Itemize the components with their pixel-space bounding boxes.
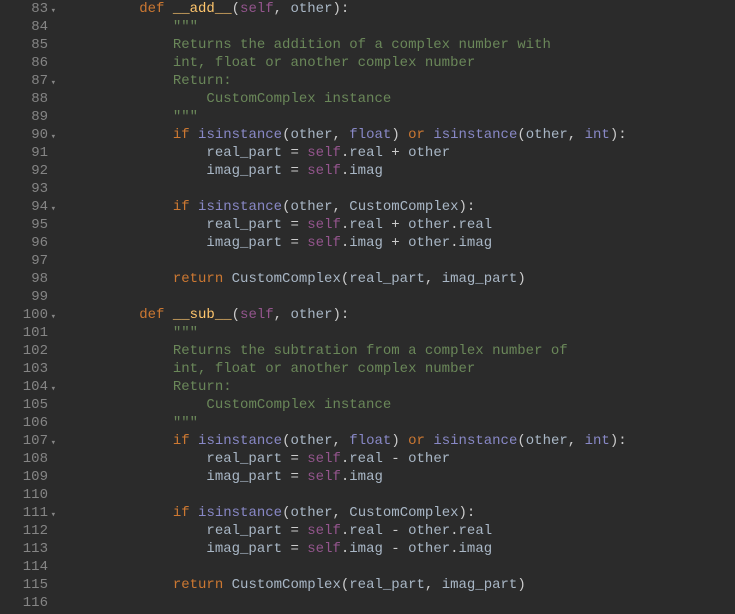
fold-marker-icon[interactable]: ▾: [51, 380, 56, 398]
code-line[interactable]: if isinstance(other, float) or isinstanc…: [72, 126, 627, 144]
line-number: 93: [6, 180, 48, 198]
code-line[interactable]: def __sub__(self, other):: [72, 306, 627, 324]
code-line[interactable]: [72, 594, 627, 612]
code-line[interactable]: imag_part = self.imag - other.imag: [72, 540, 627, 558]
line-number: 114: [6, 558, 48, 576]
code-line[interactable]: int, float or another complex number: [72, 360, 627, 378]
code-line[interactable]: [72, 180, 627, 198]
line-number: 103: [6, 360, 48, 378]
line-number: 102: [6, 342, 48, 360]
line-number: 104▾: [6, 378, 48, 396]
line-number: 107▾: [6, 432, 48, 450]
code-line[interactable]: real_part = self.real + other: [72, 144, 627, 162]
line-number: 113: [6, 540, 48, 558]
code-line[interactable]: [72, 558, 627, 576]
code-line[interactable]: """: [72, 324, 627, 342]
line-number: 101: [6, 324, 48, 342]
fold-marker-icon[interactable]: ▾: [51, 128, 56, 146]
fold-marker-icon[interactable]: ▾: [51, 434, 56, 452]
code-line[interactable]: imag_part = self.imag: [72, 468, 627, 486]
code-line[interactable]: [72, 486, 627, 504]
code-line[interactable]: real_part = self.real - other: [72, 450, 627, 468]
fold-marker-icon[interactable]: ▾: [51, 2, 56, 20]
line-number: 109: [6, 468, 48, 486]
code-line[interactable]: int, float or another complex number: [72, 54, 627, 72]
line-number: 100▾: [6, 306, 48, 324]
line-number: 92: [6, 162, 48, 180]
line-number: 111▾: [6, 504, 48, 522]
code-line[interactable]: real_part = self.real + other.real: [72, 216, 627, 234]
line-number: 116: [6, 594, 48, 612]
code-line[interactable]: Returns the addition of a complex number…: [72, 36, 627, 54]
code-line[interactable]: imag_part = self.imag: [72, 162, 627, 180]
code-line[interactable]: if isinstance(other, float) or isinstanc…: [72, 432, 627, 450]
line-number: 90▾: [6, 126, 48, 144]
line-number: 91: [6, 144, 48, 162]
code-line[interactable]: Return:: [72, 72, 627, 90]
line-number: 95: [6, 216, 48, 234]
code-editor[interactable]: 83▾84858687▾888990▾91929394▾959697989910…: [0, 0, 735, 614]
line-number: 115: [6, 576, 48, 594]
code-line[interactable]: return CustomComplex(real_part, imag_par…: [72, 576, 627, 594]
code-line[interactable]: def __add__(self, other):: [72, 0, 627, 18]
line-number: 87▾: [6, 72, 48, 90]
fold-marker-icon[interactable]: ▾: [51, 200, 56, 218]
fold-marker-icon[interactable]: ▾: [51, 506, 56, 524]
line-number: 98: [6, 270, 48, 288]
code-line[interactable]: [72, 288, 627, 306]
code-line[interactable]: if isinstance(other, CustomComplex):: [72, 504, 627, 522]
fold-marker-icon[interactable]: ▾: [51, 74, 56, 92]
code-line[interactable]: Returns the subtration from a complex nu…: [72, 342, 627, 360]
code-line[interactable]: if isinstance(other, CustomComplex):: [72, 198, 627, 216]
line-number: 105: [6, 396, 48, 414]
line-number: 106: [6, 414, 48, 432]
code-line[interactable]: Return:: [72, 378, 627, 396]
code-line[interactable]: real_part = self.real - other.real: [72, 522, 627, 540]
code-line[interactable]: CustomComplex instance: [72, 396, 627, 414]
line-number: 97: [6, 252, 48, 270]
code-line[interactable]: [72, 252, 627, 270]
line-number: 85: [6, 36, 48, 54]
line-number: 94▾: [6, 198, 48, 216]
fold-marker-icon[interactable]: ▾: [51, 308, 56, 326]
line-number: 83▾: [6, 0, 48, 18]
line-number-gutter: 83▾84858687▾888990▾91929394▾959697989910…: [0, 0, 58, 614]
code-line[interactable]: CustomComplex instance: [72, 90, 627, 108]
code-line[interactable]: return CustomComplex(real_part, imag_par…: [72, 270, 627, 288]
line-number: 112: [6, 522, 48, 540]
line-number: 99: [6, 288, 48, 306]
line-number: 84: [6, 18, 48, 36]
code-area[interactable]: def __add__(self, other): """ Returns th…: [58, 0, 627, 614]
code-line[interactable]: """: [72, 414, 627, 432]
code-line[interactable]: """: [72, 18, 627, 36]
line-number: 110: [6, 486, 48, 504]
line-number: 108: [6, 450, 48, 468]
line-number: 96: [6, 234, 48, 252]
code-line[interactable]: imag_part = self.imag + other.imag: [72, 234, 627, 252]
line-number: 88: [6, 90, 48, 108]
line-number: 89: [6, 108, 48, 126]
line-number: 86: [6, 54, 48, 72]
code-line[interactable]: """: [72, 108, 627, 126]
